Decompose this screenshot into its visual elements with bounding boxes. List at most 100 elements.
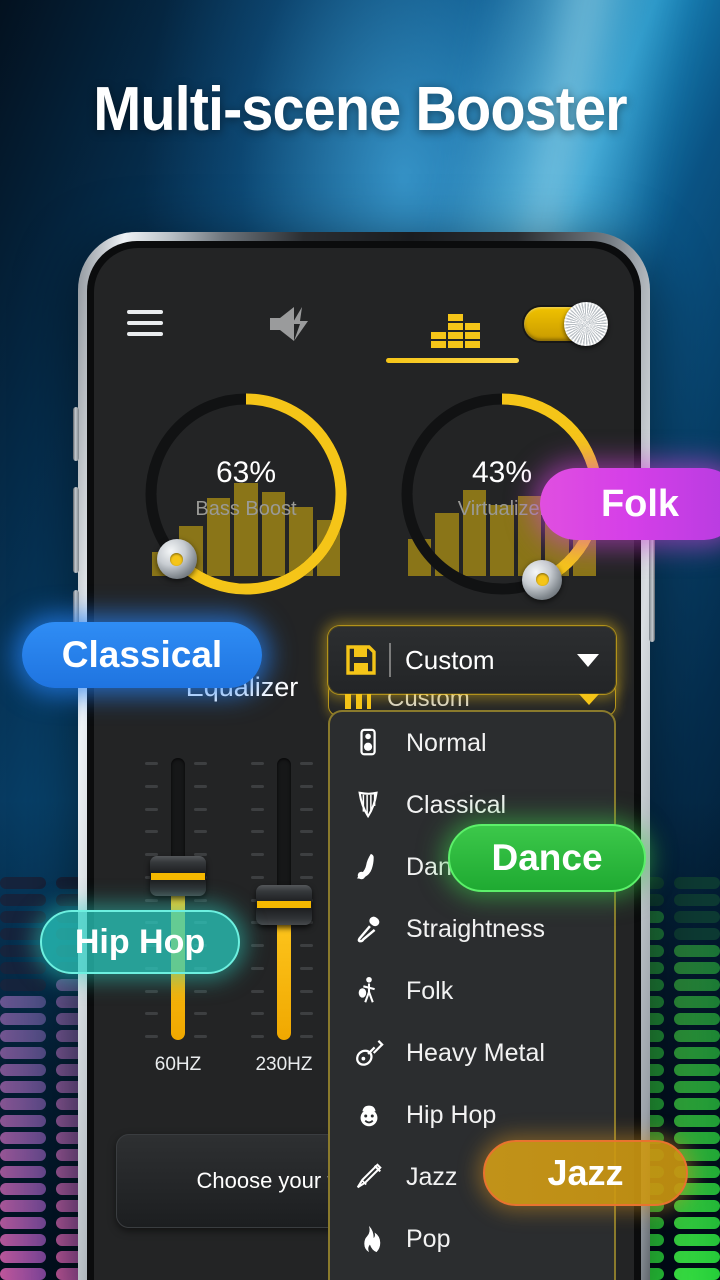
- slider-tick: [194, 898, 207, 902]
- slider-fill: [277, 904, 291, 1040]
- floppy-save-icon: [346, 645, 376, 675]
- slider-tick: [194, 762, 207, 765]
- preset-option-label: Pop: [406, 1224, 451, 1253]
- decorative-eq-segment: [674, 1268, 720, 1280]
- decorative-eq-segment: [0, 1149, 46, 1161]
- slider-tick: [194, 1012, 207, 1016]
- slider-tick: [300, 853, 313, 856]
- electric-guitar-icon: [352, 1036, 386, 1070]
- decorative-eq-segment: [674, 1234, 720, 1246]
- slider-tick: [194, 989, 207, 993]
- toggle-knob: [564, 302, 608, 346]
- slider-tick: [145, 807, 158, 811]
- slider-tick: [251, 784, 264, 788]
- slider-tick: [145, 1012, 158, 1016]
- chevron-down-icon[interactable]: [577, 653, 599, 667]
- slider-tick: [251, 1012, 264, 1016]
- eq-band-label: 230HZ: [255, 1054, 313, 1075]
- decorative-eq-segment: [674, 877, 720, 889]
- preset-option-label: Normal: [406, 728, 487, 757]
- decorative-eq-segment: [0, 1166, 46, 1178]
- preset-option-pop[interactable]: Pop: [330, 1208, 614, 1270]
- preset-option-label: Heavy Metal: [406, 1038, 545, 1067]
- decorative-eq-segment: [674, 928, 720, 940]
- decorative-eq-segment: [674, 1081, 720, 1093]
- bass-boost-dial[interactable]: 63% Bass Boost: [138, 386, 354, 602]
- eq-band-label: 60HZ: [154, 1054, 202, 1075]
- decorative-eq-segment: [674, 996, 720, 1008]
- decorative-eq-segment: [674, 1200, 720, 1212]
- decorative-eq-segment: [674, 962, 720, 974]
- eq-slider-230hz[interactable]: 230HZ: [236, 758, 332, 1075]
- dance-note-icon: [352, 850, 386, 884]
- slider-tick: [145, 762, 158, 765]
- preset-option-label: Hip Hop: [406, 1100, 497, 1129]
- slider-tick: [251, 807, 264, 811]
- chevron-down-icon: [579, 693, 599, 705]
- slider-tick: [251, 944, 264, 947]
- slider-tick: [194, 784, 207, 788]
- decorative-eq-segment: [0, 928, 46, 940]
- decorative-eq-segment: [0, 945, 46, 957]
- tab-equalizer[interactable]: [412, 296, 492, 356]
- decorative-eq-segment: [0, 996, 46, 1008]
- phone-mute-button: [73, 407, 79, 461]
- decorative-eq-segment: [0, 962, 46, 974]
- decorative-eq-column: [674, 877, 720, 1280]
- slider-tick: [300, 989, 313, 993]
- decorative-eq-segment: [674, 911, 720, 923]
- slider-tick: [300, 762, 313, 765]
- callout-pill-classical: Classical: [22, 622, 262, 688]
- slider-tick: [251, 1035, 264, 1038]
- hamburger-icon[interactable]: [127, 310, 163, 336]
- virtualizer-knob[interactable]: [522, 559, 563, 600]
- preset-option-folk[interactable]: Folk: [330, 960, 614, 1022]
- slider-tick: [251, 875, 264, 879]
- page-title: Multi-scene Booster: [93, 75, 627, 144]
- tab-volume-booster[interactable]: [260, 300, 330, 348]
- decorative-eq-segment: [0, 1183, 46, 1195]
- preset-option-normal[interactable]: Normal: [330, 712, 614, 774]
- slider-tick: [300, 830, 313, 834]
- equalizer-bars-icon: [431, 314, 480, 348]
- speaker-boost-icon: [270, 307, 308, 341]
- decorative-eq-segment: [674, 1013, 720, 1025]
- bass-boost-knob[interactable]: [156, 539, 197, 580]
- preset-option-straightness[interactable]: Straightness: [330, 898, 614, 960]
- preset-option-hip-hop[interactable]: Hip Hop: [330, 1084, 614, 1146]
- decorative-eq-segment: [0, 1115, 46, 1127]
- decorative-eq-segment: [0, 1234, 46, 1246]
- slider-tick: [145, 1035, 158, 1038]
- active-tab-indicator: [386, 358, 519, 363]
- callout-pill-folk: Folk: [540, 468, 720, 540]
- slider-tick: [194, 1035, 207, 1038]
- decorative-eq-segment: [674, 894, 720, 906]
- slider-tick: [300, 807, 313, 811]
- slider-thumb[interactable]: [150, 856, 206, 897]
- trumpet-icon: [352, 1160, 386, 1194]
- slider-tick: [300, 875, 313, 879]
- decorative-eq-segment: [0, 1251, 46, 1263]
- slider-tick: [251, 762, 264, 765]
- power-toggle[interactable]: [524, 302, 608, 346]
- decorative-eq-segment: [0, 1098, 46, 1110]
- decorative-eq-segment: [0, 894, 46, 906]
- decorative-eq-segment: [674, 1132, 720, 1144]
- decorative-eq-segment: [0, 911, 46, 923]
- preset-option-heavy-metal[interactable]: Heavy Metal: [330, 1022, 614, 1084]
- decorative-eq-segment: [674, 1098, 720, 1110]
- slider-tick: [145, 989, 158, 993]
- decorative-eq-segment: [0, 1013, 46, 1025]
- decorative-eq-segment: [674, 979, 720, 991]
- decorative-eq-segment: [674, 1251, 720, 1263]
- decorative-eq-segment: [0, 877, 46, 889]
- decorative-eq-segment: [0, 979, 46, 991]
- microphone-icon: [352, 912, 386, 946]
- phone-volume-up-button: [73, 487, 79, 573]
- preset-option-label: Straightness: [406, 914, 545, 943]
- harp-icon: [352, 788, 386, 822]
- slider-ticks-left: [144, 762, 158, 1038]
- slider-thumb[interactable]: [256, 884, 312, 925]
- preset-dropdown-header[interactable]: Custom: [328, 626, 616, 694]
- slider-ticks-right: [194, 762, 208, 1038]
